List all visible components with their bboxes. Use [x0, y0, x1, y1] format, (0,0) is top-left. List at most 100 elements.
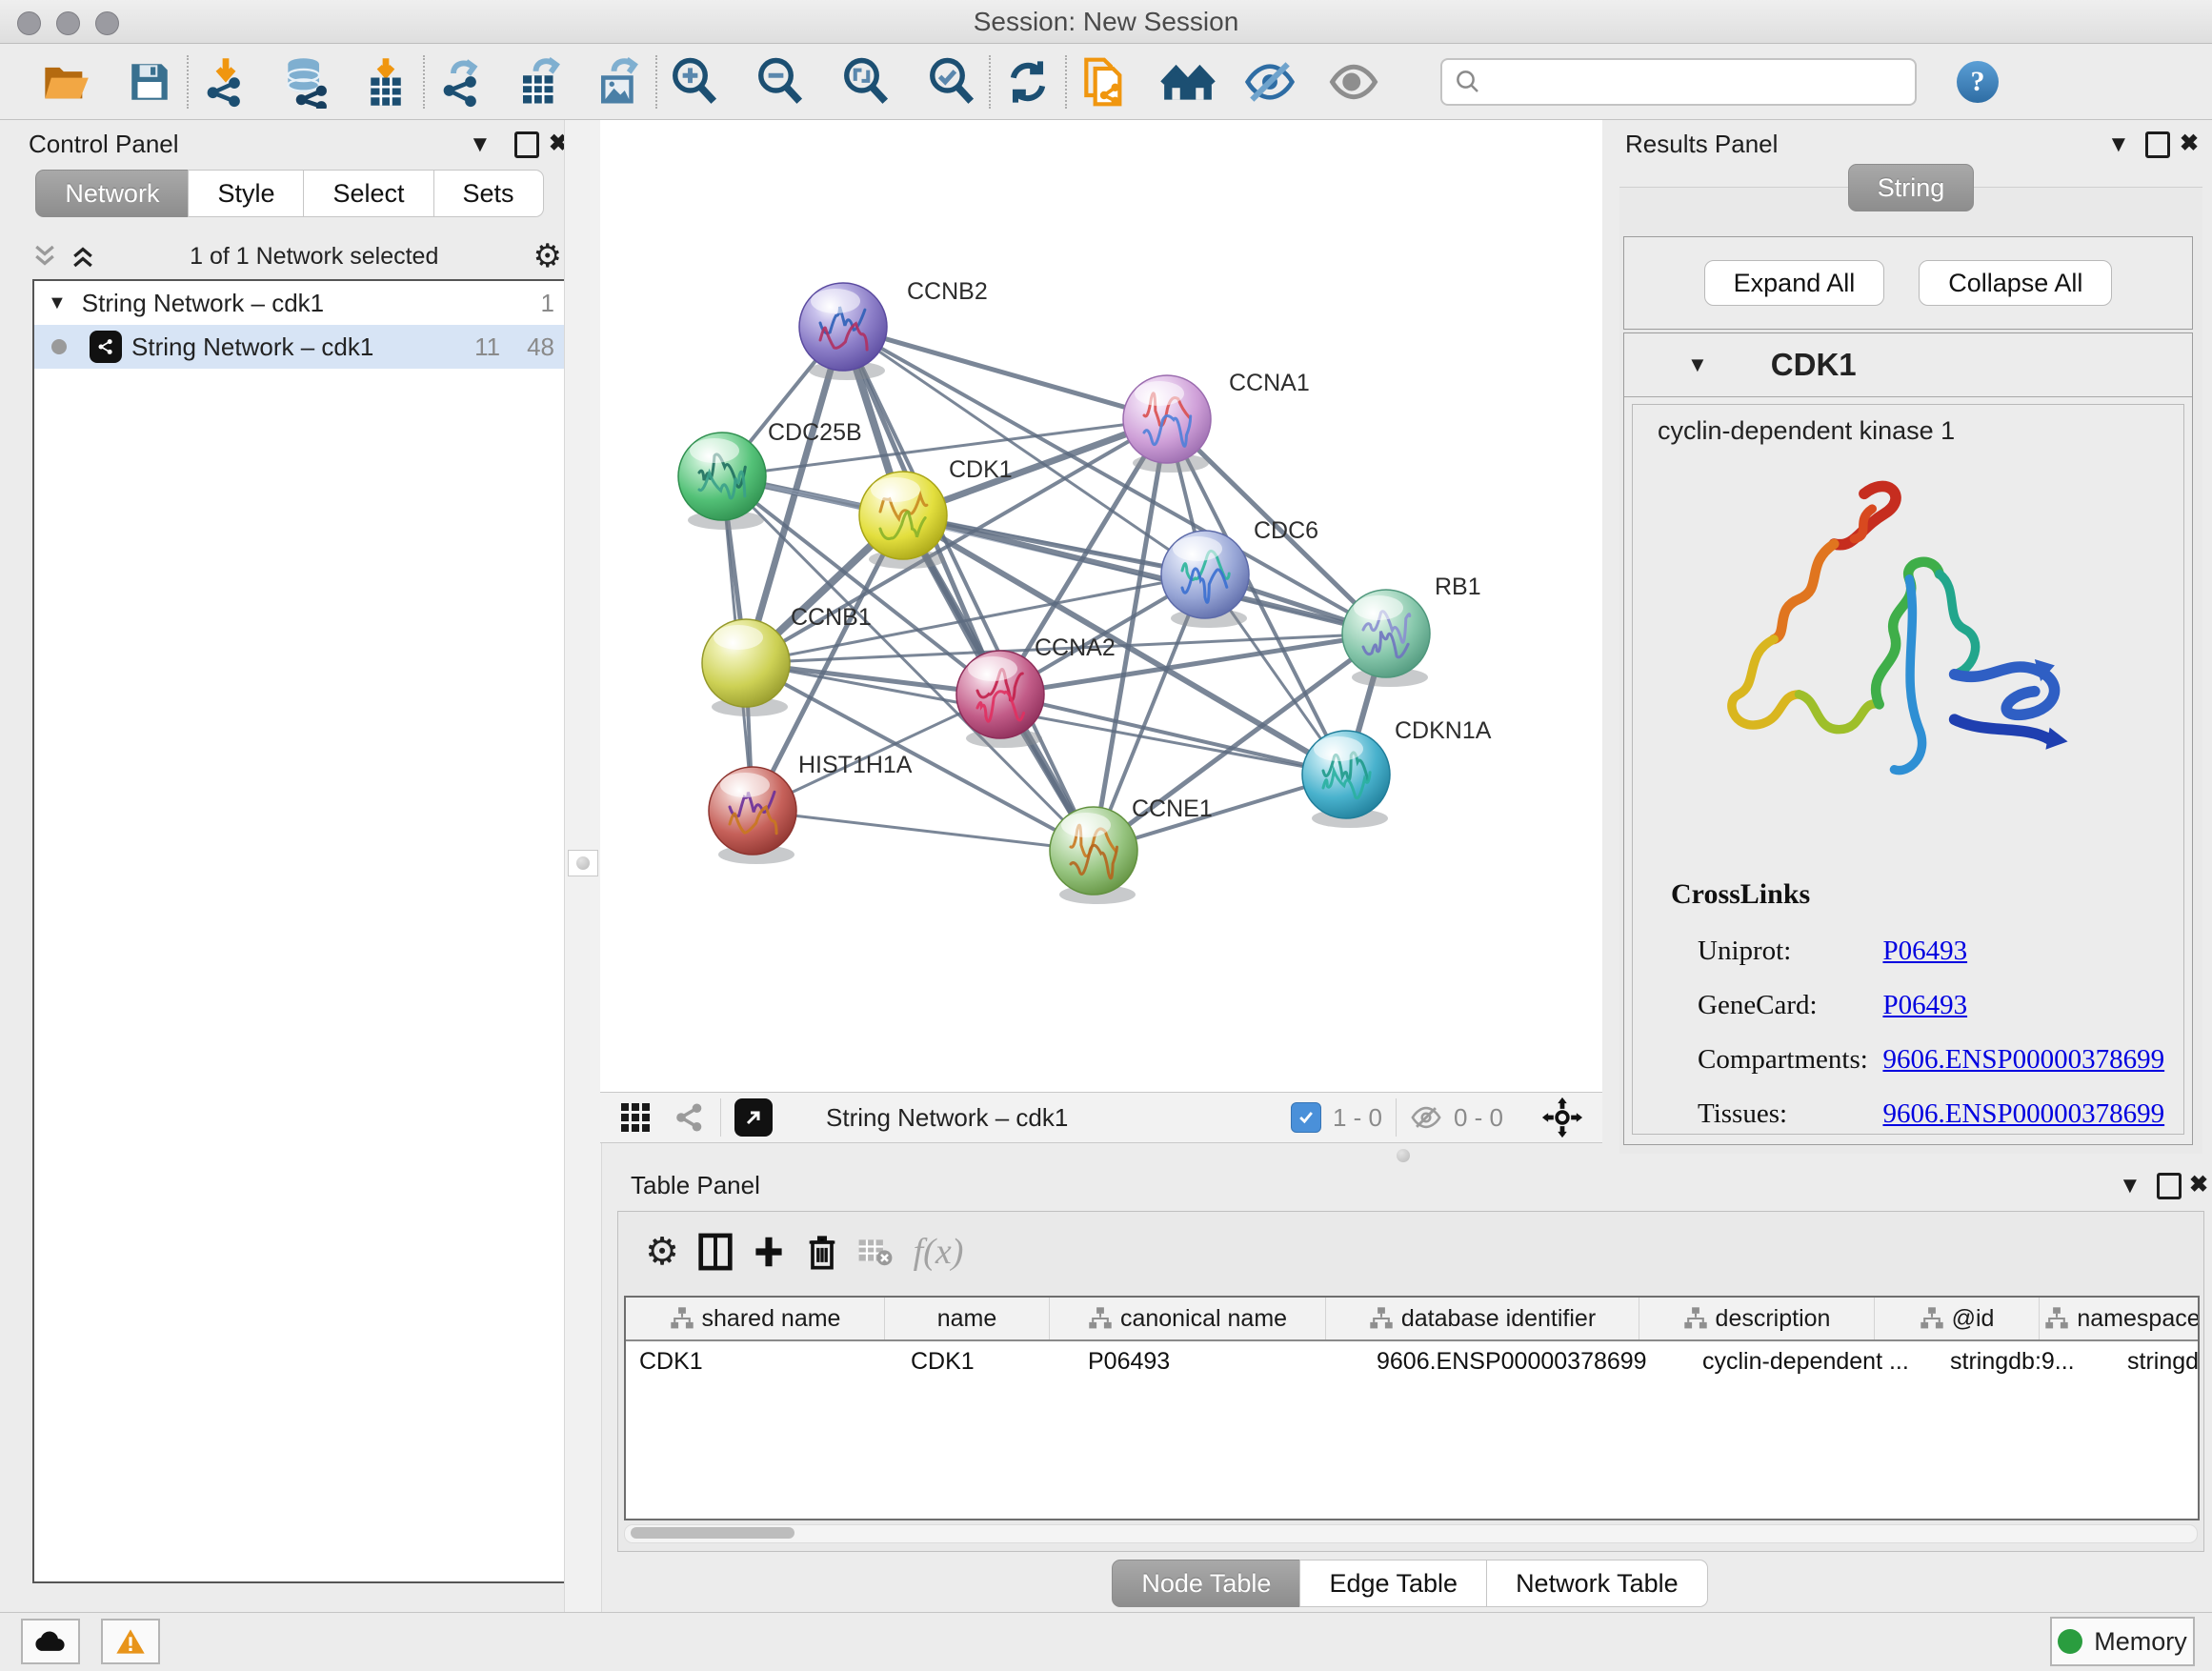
apply-layout-button[interactable] — [1000, 54, 1056, 110]
node-label: HIST1H1A — [798, 752, 913, 778]
show-grid-button[interactable] — [621, 1103, 650, 1132]
toggle-enhanced-labels-button[interactable] — [1326, 54, 1381, 110]
protein-header-row[interactable]: ▼ CDK1 — [1624, 333, 2192, 397]
column-header[interactable]: shared name — [626, 1298, 885, 1339]
float-panel-icon[interactable] — [2145, 131, 2170, 163]
attribute-icon — [1369, 1306, 1394, 1331]
tab-sets[interactable]: Sets — [433, 170, 544, 217]
attribute-icon — [670, 1306, 694, 1331]
toggle-string-images-button[interactable] — [1242, 54, 1297, 110]
table-cell[interactable]: 9606.ENSP00000378699 — [1363, 1341, 1689, 1381]
zoom-out-button[interactable] — [753, 54, 808, 110]
panel-menu-chevron-icon[interactable]: ▼ — [2119, 1173, 2142, 1199]
scrollbar-thumb[interactable] — [631, 1527, 794, 1539]
open-session-button[interactable] — [38, 54, 93, 110]
crosslink-label: Uniprot: — [1698, 926, 1879, 976]
tab-string[interactable]: String — [1848, 164, 1975, 211]
show-columns-button[interactable] — [689, 1233, 742, 1271]
table-toolbar: ⚙ — [618, 1212, 2203, 1292]
tab-style[interactable]: Style — [188, 170, 304, 217]
title-bar: Session: New Session — [0, 0, 2212, 44]
network-canvas[interactable]: CCNB2CCNA1CDC25BCDK1CDC6RB1CCNB1CCNA2CDK… — [600, 120, 1602, 1092]
zoom-fit-button[interactable] — [838, 54, 894, 110]
fit-content-crosshair-icon[interactable] — [1541, 1097, 1583, 1138]
crosslink-value[interactable]: 9606.ENSP00000378699 — [1882, 1044, 2164, 1075]
table-cell[interactable]: stringdb:9... — [1937, 1341, 2114, 1381]
collapse-all-icon[interactable] — [32, 242, 57, 271]
crosslink-value[interactable]: 9606.ENSP00000378699 — [1882, 1098, 2164, 1129]
table-cell[interactable]: P06493 — [1075, 1341, 1363, 1381]
table-row[interactable]: CDK1 CDK1 P06493 9606.ENSP00000378699 cy… — [626, 1341, 2198, 1381]
search-input[interactable] — [1490, 66, 1894, 97]
zoom-in-icon — [669, 56, 720, 108]
control-panel-tabbar: Network Style Select Sets — [8, 170, 572, 217]
export-network-button[interactable] — [434, 54, 490, 110]
help-button[interactable]: ? — [1957, 61, 1999, 103]
collapse-all-button[interactable]: Collapse All — [1919, 260, 2112, 306]
delete-table-button[interactable] — [849, 1236, 902, 1268]
plus-icon — [753, 1234, 785, 1270]
toolbar-separator — [655, 55, 657, 109]
crosslink-value[interactable]: P06493 — [1882, 990, 1967, 1020]
column-header[interactable]: @id — [1875, 1298, 2040, 1339]
cloud-status-button[interactable] — [21, 1619, 80, 1664]
table-cell[interactable]: stringdb — [2114, 1341, 2200, 1381]
column-header[interactable]: database identifier — [1326, 1298, 1639, 1339]
node-label: CDC25B — [768, 419, 862, 446]
tab-edge-table[interactable]: Edge Table — [1299, 1560, 1487, 1607]
table-options-gear-icon[interactable]: ⚙ — [635, 1230, 689, 1274]
network-row[interactable]: String Network – cdk1 11 48 — [34, 325, 568, 369]
protein-expander-icon[interactable]: ▼ — [1687, 352, 1708, 377]
table-cell[interactable]: CDK1 — [626, 1341, 897, 1381]
tab-network[interactable]: Network — [35, 170, 189, 217]
collection-expander-icon[interactable]: ▼ — [48, 292, 67, 314]
table-horizontal-scrollbar[interactable] — [624, 1524, 2198, 1543]
zoom-selected-button[interactable] — [924, 54, 979, 110]
left-splitter-handle[interactable] — [568, 850, 598, 876]
zoom-in-button[interactable] — [667, 54, 722, 110]
expand-all-icon[interactable] — [70, 242, 95, 271]
horizontal-splitter-handle[interactable] — [1397, 1149, 1410, 1162]
save-session-button[interactable] — [122, 54, 177, 110]
string-protein-query-button[interactable] — [1076, 54, 1132, 110]
close-panel-icon[interactable]: ✖ — [2189, 1171, 2208, 1198]
import-network-button[interactable] — [198, 54, 253, 110]
tab-network-table[interactable]: Network Table — [1486, 1560, 1708, 1607]
string-home-button[interactable] — [1160, 54, 1216, 110]
crosslink-row: Compartments: 9606.ENSP00000378699 — [1698, 1035, 2183, 1089]
column-header[interactable]: canonical name — [1050, 1298, 1326, 1339]
delete-column-button[interactable] — [795, 1233, 849, 1271]
results-tabbar: String — [1619, 164, 2202, 211]
expand-all-button[interactable]: Expand All — [1704, 260, 1885, 306]
column-header[interactable]: description — [1639, 1298, 1875, 1339]
tab-node-table[interactable]: Node Table — [1112, 1560, 1300, 1607]
export-table-button[interactable] — [513, 54, 568, 110]
network-collection-row[interactable]: ▼ String Network – cdk1 1 — [34, 281, 568, 325]
selected-nodes-checkbox[interactable] — [1291, 1102, 1321, 1133]
panel-menu-chevron-icon[interactable]: ▼ — [2107, 131, 2130, 158]
import-network-from-database-button[interactable] — [278, 54, 333, 110]
warnings-button[interactable] — [101, 1619, 160, 1664]
panel-menu-chevron-icon[interactable]: ▼ — [469, 131, 492, 158]
crosslink-value[interactable]: P06493 — [1882, 936, 1967, 966]
function-builder-button[interactable]: f(x) — [912, 1231, 965, 1273]
float-panel-icon[interactable] — [2157, 1173, 2182, 1204]
birdseye-view-button[interactable] — [734, 1098, 773, 1137]
close-panel-icon[interactable]: ✖ — [2180, 130, 2199, 157]
column-header[interactable]: namespace — [2040, 1298, 2200, 1339]
export-image-button[interactable] — [591, 54, 646, 110]
table-cell[interactable]: CDK1 — [897, 1341, 1075, 1381]
network-share-icon[interactable] — [673, 1100, 707, 1135]
column-header[interactable]: name — [885, 1298, 1050, 1339]
float-panel-icon[interactable] — [514, 131, 539, 163]
create-column-button[interactable] — [742, 1234, 795, 1270]
node-label: CCNB1 — [791, 604, 872, 631]
import-network-icon — [200, 56, 251, 108]
network-options-gear-icon[interactable]: ⚙ — [533, 237, 562, 275]
string-network-graph[interactable]: CCNB2CCNA1CDC25BCDK1CDC6RB1CCNB1CCNA2CDK… — [600, 120, 1602, 1092]
table-cell[interactable]: cyclin-dependent ... — [1689, 1341, 1937, 1381]
tab-select[interactable]: Select — [303, 170, 433, 217]
import-table-button[interactable] — [358, 54, 413, 110]
zoom-selected-icon — [926, 56, 977, 108]
memory-button[interactable]: Memory — [2050, 1617, 2195, 1666]
